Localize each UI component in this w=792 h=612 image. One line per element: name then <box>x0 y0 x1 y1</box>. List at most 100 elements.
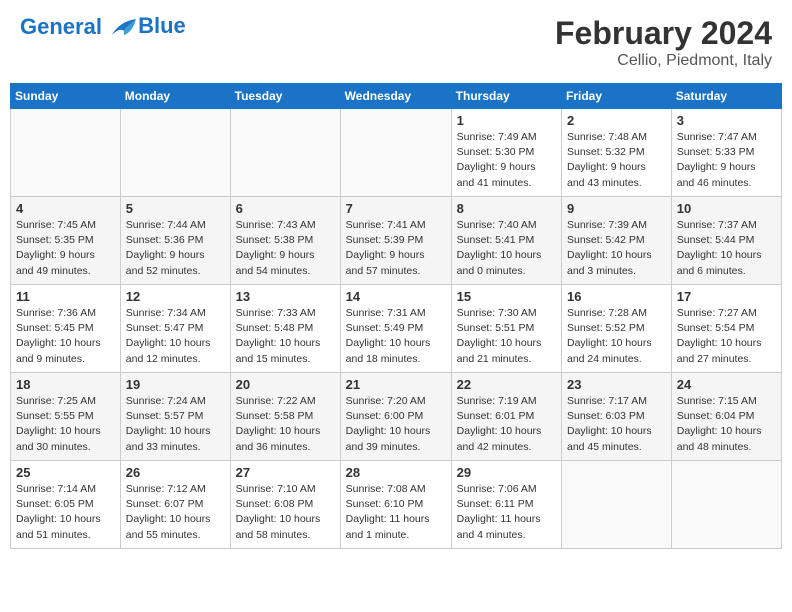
calendar-cell: 25 Sunrise: 7:14 AM Sunset: 6:05 PM Dayli… <box>11 461 121 549</box>
col-header-sunday: Sunday <box>11 84 121 109</box>
calendar-cell: 2 Sunrise: 7:48 AM Sunset: 5:32 PM Daylig… <box>562 109 672 197</box>
calendar-cell: 14 Sunrise: 7:31 AM Sunset: 5:49 PM Dayli… <box>340 285 451 373</box>
cell-day-number: 5 <box>126 201 225 216</box>
calendar-cell <box>671 461 781 549</box>
cell-day-number: 15 <box>457 289 556 304</box>
cell-day-info: Sunrise: 7:45 AM Sunset: 5:35 PM Dayligh… <box>16 218 115 279</box>
cell-day-number: 26 <box>126 465 225 480</box>
cell-day-number: 14 <box>346 289 446 304</box>
calendar-cell: 10 Sunrise: 7:37 AM Sunset: 5:44 PM Dayli… <box>671 197 781 285</box>
cell-day-info: Sunrise: 7:31 AM Sunset: 5:49 PM Dayligh… <box>346 306 446 367</box>
cell-day-number: 19 <box>126 377 225 392</box>
cell-day-info: Sunrise: 7:44 AM Sunset: 5:36 PM Dayligh… <box>126 218 225 279</box>
cell-day-info: Sunrise: 7:17 AM Sunset: 6:03 PM Dayligh… <box>567 394 666 455</box>
cell-day-info: Sunrise: 7:41 AM Sunset: 5:39 PM Dayligh… <box>346 218 446 279</box>
cell-day-info: Sunrise: 7:20 AM Sunset: 6:00 PM Dayligh… <box>346 394 446 455</box>
col-header-wednesday: Wednesday <box>340 84 451 109</box>
calendar-header-row: SundayMondayTuesdayWednesdayThursdayFrid… <box>11 84 782 109</box>
calendar-cell: 1Sunrise: 7:49 AM Sunset: 5:30 PM Daylig… <box>451 109 561 197</box>
cell-day-info: Sunrise: 7:22 AM Sunset: 5:58 PM Dayligh… <box>236 394 335 455</box>
calendar-cell: 11 Sunrise: 7:36 AM Sunset: 5:45 PM Dayli… <box>11 285 121 373</box>
calendar-cell: 27 Sunrise: 7:10 AM Sunset: 6:08 PM Dayli… <box>230 461 340 549</box>
cell-day-number: 21 <box>346 377 446 392</box>
cell-day-number: 10 <box>677 201 776 216</box>
calendar-cell: 6 Sunrise: 7:43 AM Sunset: 5:38 PM Daylig… <box>230 197 340 285</box>
cell-day-info: Sunrise: 7:25 AM Sunset: 5:55 PM Dayligh… <box>16 394 115 455</box>
cell-day-number: 20 <box>236 377 335 392</box>
cell-day-info: Sunrise: 7:39 AM Sunset: 5:42 PM Dayligh… <box>567 218 666 279</box>
logo-line1: General <box>20 14 102 39</box>
cell-day-number: 2 <box>567 113 666 128</box>
cell-day-number: 4 <box>16 201 115 216</box>
calendar-cell: 22 Sunrise: 7:19 AM Sunset: 6:01 PM Dayli… <box>451 373 561 461</box>
calendar-cell <box>120 109 230 197</box>
calendar-cell: 7 Sunrise: 7:41 AM Sunset: 5:39 PM Daylig… <box>340 197 451 285</box>
cell-day-info: Sunrise: 7:28 AM Sunset: 5:52 PM Dayligh… <box>567 306 666 367</box>
calendar-cell <box>562 461 672 549</box>
cell-day-info: Sunrise: 7:47 AM Sunset: 5:33 PM Dayligh… <box>677 130 776 191</box>
cell-day-number: 9 <box>567 201 666 216</box>
cell-day-info: Sunrise: 7:15 AM Sunset: 6:04 PM Dayligh… <box>677 394 776 455</box>
cell-day-info: Sunrise: 7:37 AM Sunset: 5:44 PM Dayligh… <box>677 218 776 279</box>
calendar-cell <box>340 109 451 197</box>
logo-line2: Blue <box>138 14 186 38</box>
cell-day-number: 17 <box>677 289 776 304</box>
calendar-cell: 16 Sunrise: 7:28 AM Sunset: 5:52 PM Dayli… <box>562 285 672 373</box>
calendar-cell: 26 Sunrise: 7:12 AM Sunset: 6:07 PM Dayli… <box>120 461 230 549</box>
cell-day-number: 7 <box>346 201 446 216</box>
cell-day-info: Sunrise: 7:19 AM Sunset: 6:01 PM Dayligh… <box>457 394 556 455</box>
page-header: General Blue February 2024 Cellio, Piedm… <box>10 10 782 75</box>
calendar-cell: 28Sunrise: 7:08 AM Sunset: 6:10 PM Dayli… <box>340 461 451 549</box>
cell-day-number: 13 <box>236 289 335 304</box>
bird-icon <box>110 17 138 39</box>
calendar-week-4: 18 Sunrise: 7:25 AM Sunset: 5:55 PM Dayli… <box>11 373 782 461</box>
calendar-cell: 3Sunrise: 7:47 AM Sunset: 5:33 PM Daylig… <box>671 109 781 197</box>
cell-day-number: 22 <box>457 377 556 392</box>
cell-day-number: 8 <box>457 201 556 216</box>
cell-day-info: Sunrise: 7:43 AM Sunset: 5:38 PM Dayligh… <box>236 218 335 279</box>
title-block: February 2024 Cellio, Piedmont, Italy <box>555 15 772 70</box>
calendar-cell: 4 Sunrise: 7:45 AM Sunset: 5:35 PM Daylig… <box>11 197 121 285</box>
cell-day-info: Sunrise: 7:10 AM Sunset: 6:08 PM Dayligh… <box>236 482 335 543</box>
cell-day-info: Sunrise: 7:06 AM Sunset: 6:11 PM Dayligh… <box>457 482 556 543</box>
calendar-cell <box>230 109 340 197</box>
cell-day-info: Sunrise: 7:33 AM Sunset: 5:48 PM Dayligh… <box>236 306 335 367</box>
cell-day-info: Sunrise: 7:48 AM Sunset: 5:32 PM Dayligh… <box>567 130 666 191</box>
calendar-week-2: 4 Sunrise: 7:45 AM Sunset: 5:35 PM Daylig… <box>11 197 782 285</box>
cell-day-number: 6 <box>236 201 335 216</box>
cell-day-info: Sunrise: 7:08 AM Sunset: 6:10 PM Dayligh… <box>346 482 446 543</box>
calendar-cell: 15 Sunrise: 7:30 AM Sunset: 5:51 PM Dayli… <box>451 285 561 373</box>
cell-day-info: Sunrise: 7:12 AM Sunset: 6:07 PM Dayligh… <box>126 482 225 543</box>
cell-day-info: Sunrise: 7:14 AM Sunset: 6:05 PM Dayligh… <box>16 482 115 543</box>
cell-day-info: Sunrise: 7:27 AM Sunset: 5:54 PM Dayligh… <box>677 306 776 367</box>
cell-day-number: 24 <box>677 377 776 392</box>
calendar-cell: 20 Sunrise: 7:22 AM Sunset: 5:58 PM Dayli… <box>230 373 340 461</box>
col-header-saturday: Saturday <box>671 84 781 109</box>
cell-day-number: 25 <box>16 465 115 480</box>
cell-day-info: Sunrise: 7:34 AM Sunset: 5:47 PM Dayligh… <box>126 306 225 367</box>
calendar-week-1: 1Sunrise: 7:49 AM Sunset: 5:30 PM Daylig… <box>11 109 782 197</box>
cell-day-info: Sunrise: 7:49 AM Sunset: 5:30 PM Dayligh… <box>457 130 556 191</box>
calendar-cell: 19 Sunrise: 7:24 AM Sunset: 5:57 PM Dayli… <box>120 373 230 461</box>
cell-day-info: Sunrise: 7:40 AM Sunset: 5:41 PM Dayligh… <box>457 218 556 279</box>
calendar-cell: 12Sunrise: 7:34 AM Sunset: 5:47 PM Dayli… <box>120 285 230 373</box>
logo: General Blue <box>20 15 186 39</box>
calendar-cell: 9 Sunrise: 7:39 AM Sunset: 5:42 PM Daylig… <box>562 197 672 285</box>
calendar-table: SundayMondayTuesdayWednesdayThursdayFrid… <box>10 83 782 549</box>
cell-day-number: 16 <box>567 289 666 304</box>
cell-day-info: Sunrise: 7:30 AM Sunset: 5:51 PM Dayligh… <box>457 306 556 367</box>
col-header-thursday: Thursday <box>451 84 561 109</box>
cell-day-number: 27 <box>236 465 335 480</box>
calendar-cell: 5 Sunrise: 7:44 AM Sunset: 5:36 PM Daylig… <box>120 197 230 285</box>
cell-day-number: 11 <box>16 289 115 304</box>
cell-day-info: Sunrise: 7:36 AM Sunset: 5:45 PM Dayligh… <box>16 306 115 367</box>
col-header-friday: Friday <box>562 84 672 109</box>
cell-day-info: Sunrise: 7:24 AM Sunset: 5:57 PM Dayligh… <box>126 394 225 455</box>
calendar-cell <box>11 109 121 197</box>
calendar-cell: 21 Sunrise: 7:20 AM Sunset: 6:00 PM Dayli… <box>340 373 451 461</box>
cell-day-number: 18 <box>16 377 115 392</box>
calendar-cell: 23Sunrise: 7:17 AM Sunset: 6:03 PM Dayli… <box>562 373 672 461</box>
calendar-week-3: 11 Sunrise: 7:36 AM Sunset: 5:45 PM Dayli… <box>11 285 782 373</box>
col-header-tuesday: Tuesday <box>230 84 340 109</box>
col-header-monday: Monday <box>120 84 230 109</box>
